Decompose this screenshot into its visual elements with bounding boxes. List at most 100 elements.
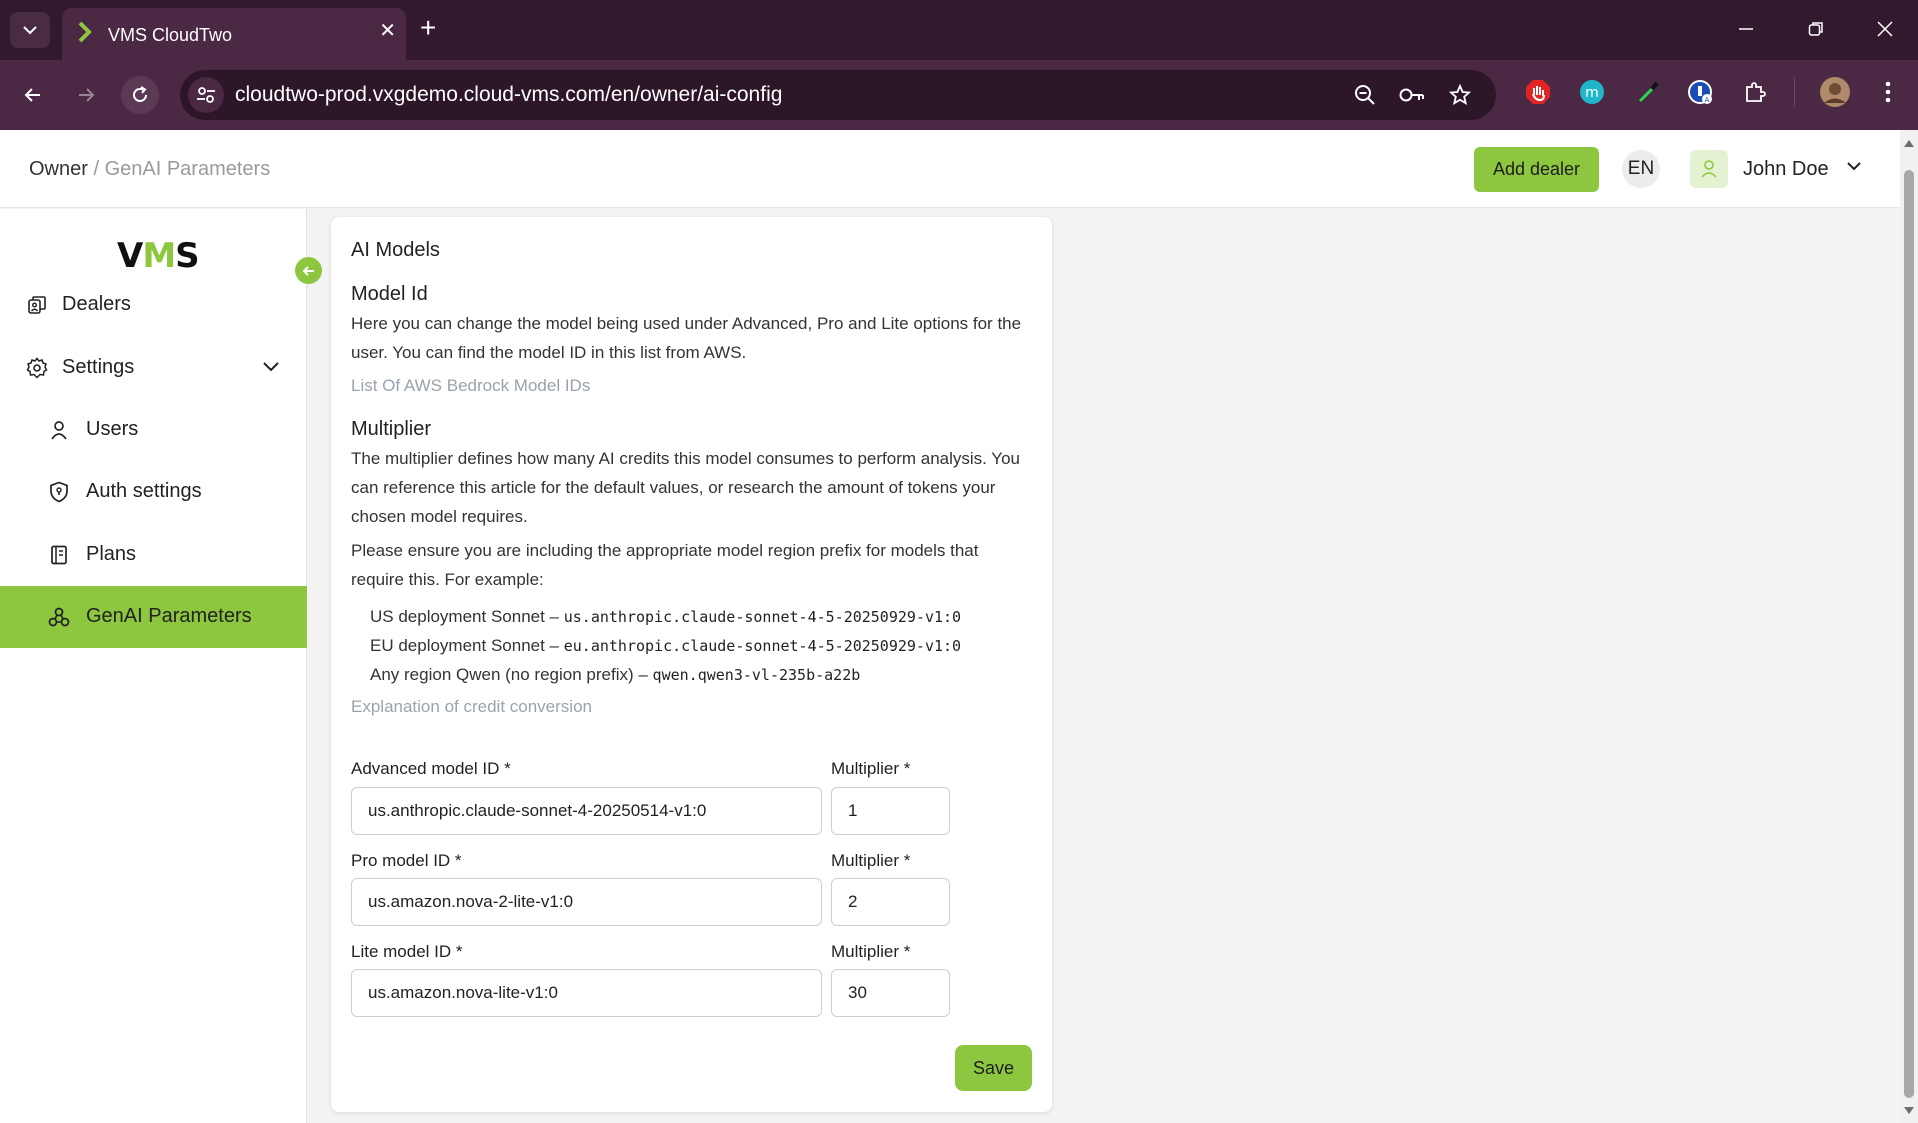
sidebar-item-label: GenAI Parameters xyxy=(86,605,252,627)
collapse-sidebar-button[interactable] xyxy=(295,257,322,284)
gear-icon xyxy=(25,356,49,380)
m-extension-icon[interactable]: m xyxy=(1578,78,1606,106)
scroll-down-arrow-icon[interactable] xyxy=(1903,1106,1915,1116)
new-tab-button[interactable]: + xyxy=(420,14,436,42)
save-button[interactable]: Save xyxy=(955,1045,1032,1091)
region-prefix-note: Please ensure you are including the appr… xyxy=(351,541,979,589)
browser-tab[interactable]: VMS CloudTwo ✕ xyxy=(62,8,406,60)
chevron-down-icon[interactable] xyxy=(1846,158,1862,174)
example-eu-sonnet: EU deployment Sonnet – eu.anthropic.clau… xyxy=(370,636,962,655)
restore-button[interactable] xyxy=(1801,14,1831,44)
sidebar-item-plans[interactable]: Plans xyxy=(0,524,307,584)
svg-text:m: m xyxy=(1585,85,1599,101)
pro-multiplier-input[interactable] xyxy=(831,878,950,926)
scrollbar-thumb[interactable] xyxy=(1904,170,1914,1098)
book-icon xyxy=(47,543,71,567)
breadcrumb-owner[interactable]: Owner xyxy=(29,158,88,180)
bookmark-star-icon[interactable] xyxy=(1447,82,1473,108)
breadcrumb: Owner / GenAI Parameters xyxy=(29,158,270,181)
ai-models-card: AI Models Model Id Here you can change t… xyxy=(331,217,1052,1112)
tab-title: VMS CloudTwo xyxy=(108,25,233,45)
minimize-icon xyxy=(1739,28,1753,30)
sidebar-item-dealers[interactable]: Dealers xyxy=(0,274,307,334)
sidebar-item-label: Plans xyxy=(86,543,137,565)
toolbar-divider xyxy=(1794,78,1795,106)
chevron-down-icon xyxy=(23,26,37,35)
address-bar[interactable]: cloudtwo-prod.vxgdemo.cloud-vms.com/en/o… xyxy=(180,70,1496,120)
user-avatar[interactable] xyxy=(1690,150,1728,188)
url-text: cloudtwo-prod.vxgdemo.cloud-vms.com/en/o… xyxy=(235,83,783,106)
close-window-button[interactable] xyxy=(1870,14,1900,44)
sidebar-item-users[interactable]: Users xyxy=(0,399,307,459)
eyedropper-icon[interactable] xyxy=(1634,78,1662,106)
tab-search-button[interactable] xyxy=(10,12,50,48)
breadcrumb-current: GenAI Parameters xyxy=(104,158,271,180)
browser-toolbar: cloudtwo-prod.vxgdemo.cloud-vms.com/en/o… xyxy=(0,60,1918,130)
user-icon xyxy=(47,418,71,442)
lite-model-label: Lite model ID * xyxy=(351,942,463,961)
forward-button[interactable] xyxy=(67,76,105,114)
model-id-heading: Model Id xyxy=(351,283,428,305)
password-manager-icon[interactable]: A xyxy=(1686,78,1714,106)
tab-close-button[interactable]: ✕ xyxy=(379,21,396,41)
example-qwen: Any region Qwen (no region prefix) – qwe… xyxy=(370,665,861,684)
lite-model-input[interactable] xyxy=(351,969,822,1017)
puzzle-icon[interactable] xyxy=(1741,78,1769,106)
arrow-right-icon xyxy=(79,88,95,102)
vms-logo: VMS xyxy=(117,236,200,276)
add-dealer-button[interactable]: Add dealer xyxy=(1474,147,1599,192)
page-scrollbar[interactable] xyxy=(1900,130,1918,1123)
pro-multiplier-label: Multiplier * xyxy=(831,851,911,870)
arrow-left-icon xyxy=(24,88,40,102)
browser-menu-button[interactable] xyxy=(1874,78,1902,106)
browser-tab-strip: VMS CloudTwo ✕ + xyxy=(0,0,1918,60)
restore-icon xyxy=(1808,22,1823,36)
multiplier-description: The multiplier defines how many AI credi… xyxy=(351,449,1020,526)
app-header: Owner / GenAI Parameters Add dealer EN J… xyxy=(0,130,1900,208)
shield-icon xyxy=(47,480,71,504)
tune-icon xyxy=(197,87,215,103)
aws-model-ids-link[interactable]: List Of AWS Bedrock Model IDs xyxy=(351,376,590,396)
arrow-left-icon xyxy=(302,265,314,276)
back-button[interactable] xyxy=(14,76,52,114)
adblock-icon[interactable] xyxy=(1524,78,1552,106)
site-info-button[interactable] xyxy=(188,77,224,113)
card-title: AI Models xyxy=(351,239,440,261)
user-icon xyxy=(1701,160,1717,178)
reload-icon xyxy=(133,86,147,102)
advanced-multiplier-input[interactable] xyxy=(831,787,950,835)
zoom-icon[interactable] xyxy=(1352,82,1378,108)
sidebar-item-settings[interactable]: Settings xyxy=(0,337,307,397)
svg-text:A: A xyxy=(1705,96,1710,104)
example-us-sonnet: US deployment Sonnet – us.anthropic.clau… xyxy=(370,607,962,626)
pro-model-input[interactable] xyxy=(351,878,822,926)
nodes-icon xyxy=(47,605,71,629)
sidebar-item-label: Settings xyxy=(62,356,135,378)
credit-conversion-link[interactable]: Explanation of credit conversion xyxy=(351,697,592,717)
sidebar-item-label: Users xyxy=(86,418,139,440)
sidebar-item-label: Dealers xyxy=(62,293,131,315)
sidebar: VMS Dealers Settings Users Auth settings… xyxy=(0,209,307,1123)
multiplier-heading: Multiplier xyxy=(351,418,432,440)
sidebar-item-label: Auth settings xyxy=(86,480,202,502)
profile-avatar[interactable] xyxy=(1819,76,1851,108)
sidebar-item-auth-settings[interactable]: Auth settings xyxy=(0,461,307,521)
model-id-description: Here you can change the model being used… xyxy=(351,314,1022,362)
vms-favicon-icon xyxy=(78,21,92,43)
sidebar-item-genai-parameters[interactable]: GenAI Parameters xyxy=(0,586,307,648)
advanced-model-label: Advanced model ID * xyxy=(351,759,511,778)
close-icon xyxy=(1877,21,1893,37)
language-switcher[interactable]: EN xyxy=(1622,150,1660,188)
user-name[interactable]: John Doe xyxy=(1743,158,1829,181)
minimize-button[interactable] xyxy=(1731,14,1761,44)
advanced-model-input[interactable] xyxy=(351,787,822,835)
chevron-down-icon[interactable] xyxy=(262,359,280,373)
lite-multiplier-input[interactable] xyxy=(831,969,950,1017)
breadcrumb-separator: / xyxy=(87,158,105,180)
key-icon[interactable] xyxy=(1399,82,1425,108)
scroll-up-arrow-icon[interactable] xyxy=(1903,138,1915,148)
lite-multiplier-label: Multiplier * xyxy=(831,942,911,961)
more-vertical-icon xyxy=(1885,81,1891,103)
pro-model-label: Pro model ID * xyxy=(351,851,462,870)
reload-button[interactable] xyxy=(121,76,159,114)
